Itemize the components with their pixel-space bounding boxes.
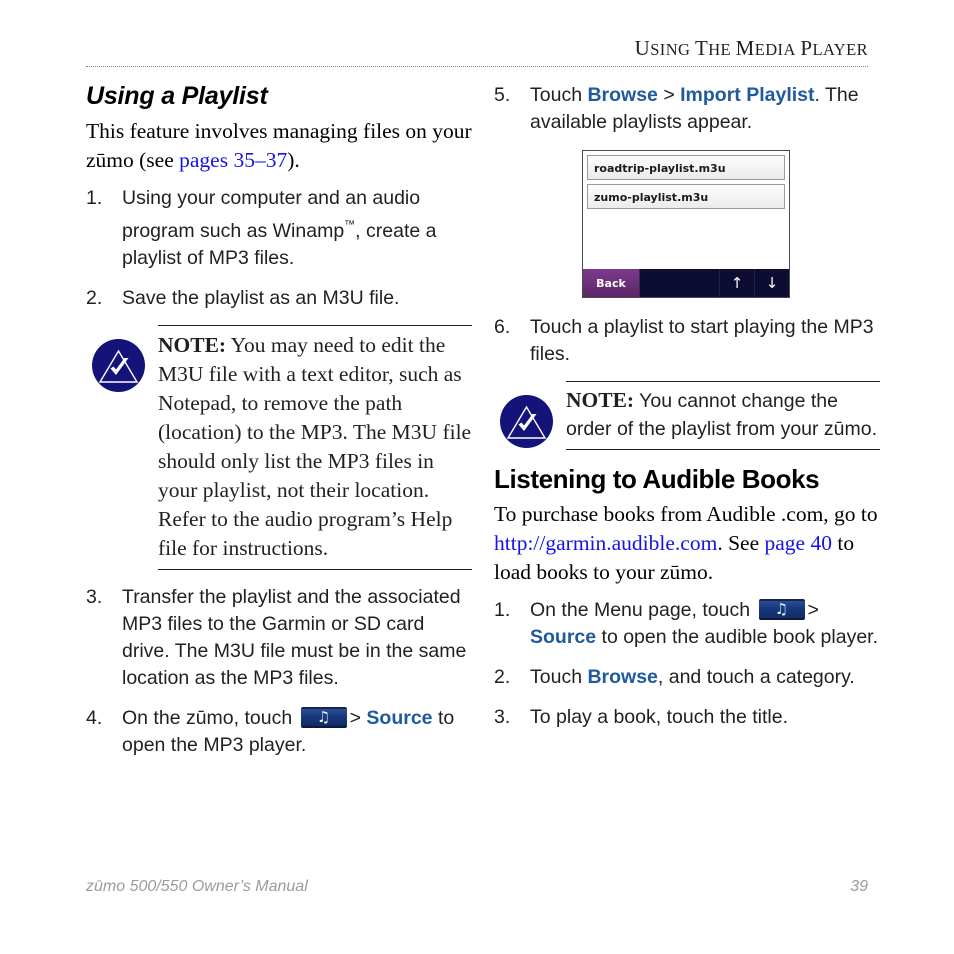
running-header: USING THE MEDIA PLAYER — [86, 36, 868, 61]
note-block-playlist-order: NOTE: You cannot change the order of the… — [494, 381, 880, 450]
step-4-number: 4. — [86, 707, 103, 729]
step-3-number: 3. — [86, 586, 103, 608]
device-playlist-list: roadtrip-playlist.m3u zumo-playlist.m3u — [583, 151, 789, 269]
music-note-button[interactable]: ♫ — [300, 707, 347, 728]
ui-word-import-playlist[interactable]: Import Playlist — [680, 84, 814, 106]
step-2: 2. Save the playlist as an M3U file. — [86, 285, 472, 312]
playlist-steps-right-continued: 6. Touch a playlist to start playing the … — [494, 314, 880, 368]
note-rule-bottom — [158, 569, 472, 570]
intro-paragraph-playlist: This feature involves managing files on … — [86, 117, 472, 175]
link-pages-35-37[interactable]: pages 35–37 — [179, 148, 287, 172]
audible-text-1: To purchase books from Audible .com, go … — [494, 502, 878, 526]
ui-word-browse[interactable]: Browse — [587, 666, 657, 688]
note-label: NOTE: — [158, 333, 227, 357]
step-4-separator: > — [349, 707, 361, 729]
audible-step-2-text-before: Touch — [530, 666, 588, 688]
audible-step-2: 2. Touch Browse, and touch a category. — [494, 664, 880, 691]
step-4: 4. On the zūmo, touch ♫ > Source to open t… — [86, 705, 472, 759]
note-text: You may need to edit the M3U file with a… — [158, 333, 472, 560]
audible-step-1-number: 1. — [494, 599, 511, 621]
audible-step-1-text-after: to open the audible book player. — [596, 626, 878, 648]
step-6-text: Touch a playlist to start playing the MP… — [530, 316, 874, 365]
music-note-button[interactable]: ♫ — [758, 599, 805, 620]
audible-step-1: 1. On the Menu page, touch ♫ > Source to o… — [494, 597, 880, 651]
section-heading-audible-books: Listening to Audible Books — [494, 464, 820, 494]
intro-paragraph-audible: To purchase books from Audible .com, go … — [494, 500, 880, 587]
audible-step-2-text-after: , and touch a category. — [657, 666, 855, 688]
audible-step-3-number: 3. — [494, 706, 511, 728]
trademark-symbol: ™ — [344, 219, 356, 231]
link-page-40[interactable]: page 40 — [765, 531, 832, 555]
device-bar-spacer — [640, 269, 719, 297]
footer-manual-title: zūmo 500/550 Owner’s Manual — [86, 878, 308, 895]
note-body: NOTE: You cannot change the order of the… — [566, 382, 880, 449]
audible-step-3: 3. To play a book, touch the title. — [494, 704, 880, 731]
footer-page-number: 39 — [850, 878, 868, 895]
device-screenshot-playlists: roadtrip-playlist.m3u zumo-playlist.m3u … — [582, 150, 790, 298]
step-6-number: 6. — [494, 316, 511, 338]
list-item[interactable]: zumo-playlist.m3u — [587, 184, 785, 209]
list-item[interactable]: roadtrip-playlist.m3u — [587, 155, 785, 180]
step-5-number: 5. — [494, 84, 511, 106]
step-3: 3. Transfer the playlist and the associat… — [86, 584, 472, 692]
step-5: 5. Touch Browse > Import Playlist. The av… — [494, 82, 880, 136]
note-rule-bottom — [566, 449, 880, 450]
step-2-text: Save the playlist as an M3U file. — [122, 287, 400, 309]
ui-word-source[interactable]: Source — [366, 707, 432, 729]
ui-word-source[interactable]: Source — [530, 626, 596, 648]
audible-step-1-separator: > — [807, 599, 819, 621]
playlist-steps-list-continued: 3. Transfer the playlist and the associat… — [86, 584, 472, 759]
section-heading-using-a-playlist: Using a Playlist — [86, 82, 268, 110]
running-header-text: USING THE MEDIA PLAYER — [634, 36, 868, 60]
note-warning-icon — [92, 339, 145, 392]
music-note-icon: ♫ — [316, 707, 331, 726]
step-5-separator: > — [657, 84, 681, 106]
step-1-number: 1. — [86, 187, 103, 209]
step-5-text-before: Touch — [530, 84, 588, 106]
device-back-button[interactable]: Back — [583, 269, 640, 297]
playlist-steps-right: 5. Touch Browse > Import Playlist. The av… — [494, 82, 880, 136]
playlist-steps-list: 1. Using your computer and an audio progr… — [86, 185, 472, 312]
audible-step-3-text: To play a book, touch the title. — [530, 706, 788, 728]
scroll-up-arrow-icon[interactable]: ↑ — [719, 269, 754, 297]
link-garmin-audible[interactable]: http://garmin.audible.com — [494, 531, 717, 555]
step-1: 1. Using your computer and an audio progr… — [86, 185, 472, 272]
manual-page: USING THE MEDIA PLAYER Using a Playlist … — [0, 0, 954, 954]
ui-word-browse[interactable]: Browse — [587, 84, 657, 106]
page-footer: zūmo 500/550 Owner’s Manual 39 — [86, 878, 868, 896]
note-warning-icon — [500, 395, 553, 448]
music-note-icon: ♫ — [774, 599, 789, 618]
header-divider — [86, 66, 868, 67]
right-column: 5. Touch Browse > Import Playlist. The av… — [494, 82, 880, 744]
audible-text-2: . See — [717, 531, 765, 555]
audible-step-2-number: 2. — [494, 666, 511, 688]
note-body: NOTE: You may need to edit the M3U file … — [158, 326, 472, 569]
step-3-text: Transfer the playlist and the associated… — [122, 586, 467, 689]
audible-step-1-text-before: On the Menu page, touch — [530, 599, 756, 621]
left-column: Using a Playlist This feature involves m… — [86, 82, 472, 772]
intro-text-after-link: ). — [287, 148, 300, 172]
note-label: NOTE: — [566, 388, 635, 412]
note-block-m3u-editing: NOTE: You may need to edit the M3U file … — [86, 325, 472, 570]
step-4-text-before: On the zūmo, touch — [122, 707, 298, 729]
scroll-down-arrow-icon[interactable]: ↓ — [754, 269, 789, 297]
step-6: 6. Touch a playlist to start playing the … — [494, 314, 880, 368]
audible-steps-list: 1. On the Menu page, touch ♫ > Source to o… — [494, 597, 880, 731]
device-bottom-bar: Back ↑ ↓ — [583, 269, 789, 297]
step-2-number: 2. — [86, 287, 103, 309]
